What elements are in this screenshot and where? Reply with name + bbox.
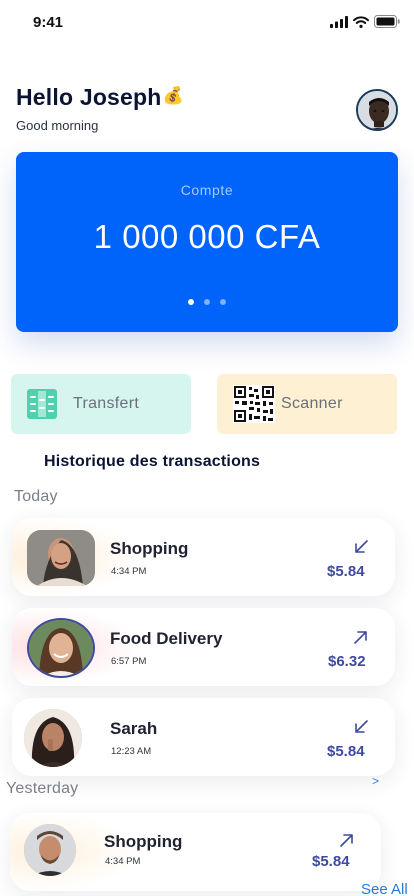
- transaction-amount: $5.84: [312, 853, 350, 870]
- transaction-item[interactable]: Food Delivery 6:57 PM $6.32: [12, 608, 395, 686]
- greeting-subtitle: Good morning: [16, 118, 99, 133]
- transaction-photo: [24, 824, 76, 876]
- status-time: 9:41: [33, 14, 64, 31]
- transaction-item[interactable]: Sarah 12:23 AM $5.84: [12, 698, 395, 776]
- transaction-item[interactable]: Shopping 4:34 PM $5.84: [10, 813, 381, 891]
- yesterday-label: Yesterday: [6, 780, 79, 797]
- transaction-photo: [27, 530, 95, 586]
- greeting-text: Hello Joseph: [16, 84, 162, 110]
- money-bag-icon: 💰: [162, 86, 184, 105]
- transaction-item[interactable]: Shopping 4:34 PM $5.84: [12, 518, 395, 596]
- balance-card[interactable]: Compte 1 000 000 CFA: [16, 152, 398, 332]
- balance-amount: 1 000 000 CFA: [93, 218, 321, 255]
- transaction-photo: [27, 618, 95, 678]
- pagination-dot-2[interactable]: [204, 299, 210, 305]
- qr-code-icon: [233, 385, 275, 423]
- pagination-dot-3[interactable]: [220, 299, 226, 305]
- cellular-signal-icon: [330, 15, 348, 28]
- transaction-time: 12:23 AM: [111, 746, 152, 757]
- see-all-link[interactable]: See All: [361, 881, 408, 896]
- card-pagination[interactable]: [16, 299, 398, 305]
- transaction-name: Sarah: [110, 719, 158, 738]
- status-bar: 9:41: [0, 0, 414, 44]
- transaction-amount: $6.32: [328, 653, 366, 670]
- history-title: Historique des transactions: [44, 453, 261, 470]
- avatar-portrait-image: [358, 91, 396, 129]
- account-label: Compte: [180, 182, 234, 198]
- transaction-photo: [24, 709, 82, 767]
- outgoing-arrow-icon: [354, 631, 367, 644]
- today-label: Today: [14, 488, 58, 505]
- user-avatar[interactable]: [356, 89, 398, 131]
- transaction-name: Shopping: [104, 832, 183, 851]
- scanner-label: Scanner: [281, 395, 343, 412]
- incoming-arrow-icon: [355, 720, 368, 733]
- pagination-dot-1[interactable]: [188, 299, 194, 305]
- transaction-time: 4:34 PM: [111, 566, 147, 577]
- transaction-name: Food Delivery: [110, 629, 223, 648]
- transfer-icon: [26, 388, 58, 420]
- transaction-time: 4:34 PM: [105, 856, 141, 867]
- greeting-title: Hello Joseph💰: [16, 84, 184, 111]
- transaction-amount: $5.84: [327, 743, 365, 760]
- transfer-button[interactable]: Transfert: [11, 374, 191, 434]
- transaction-amount: $5.84: [327, 563, 365, 580]
- battery-icon: [374, 15, 400, 28]
- wifi-icon: [353, 15, 369, 28]
- status-icons: [330, 15, 400, 28]
- outgoing-arrow-icon: [340, 834, 353, 847]
- scanner-button[interactable]: Scanner: [217, 374, 397, 434]
- chevron-right-icon[interactable]: >: [372, 774, 379, 788]
- transfer-label: Transfert: [73, 395, 140, 412]
- transaction-name: Shopping: [110, 539, 189, 558]
- transaction-time: 6:57 PM: [111, 656, 147, 667]
- incoming-arrow-icon: [355, 540, 368, 553]
